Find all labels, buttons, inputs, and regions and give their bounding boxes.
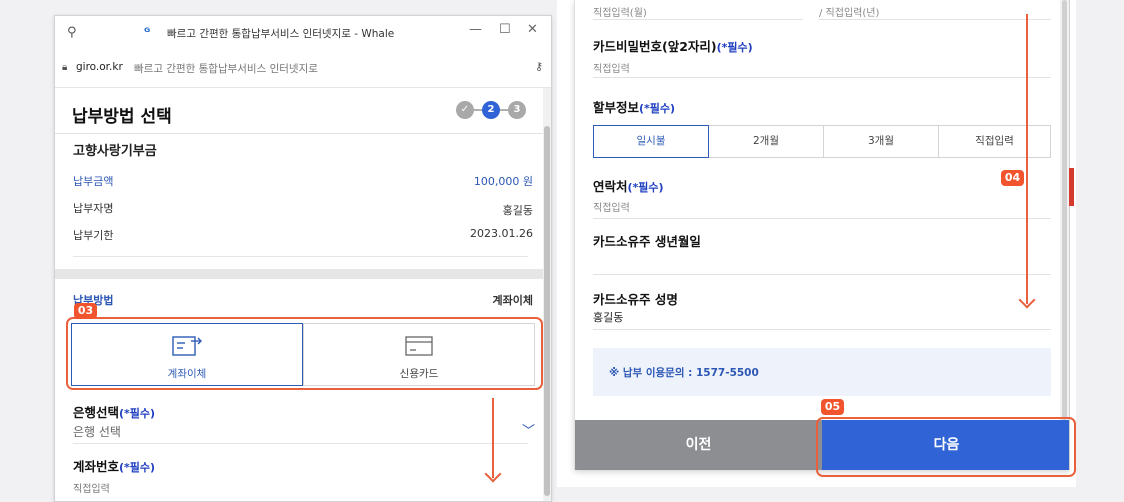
url-text: giro.or.kr — [76, 61, 123, 73]
bank-select[interactable]: 은행 선택 — [73, 423, 121, 440]
step-1-done-icon: ✓ — [456, 101, 474, 119]
minimize-button[interactable]: — — [469, 22, 482, 37]
close-button[interactable]: ✕ — [527, 22, 538, 37]
card-password-input[interactable]: 직접입력 — [593, 60, 630, 75]
divider — [73, 443, 528, 444]
divider — [593, 218, 1051, 219]
window-title: 빠르고 간편한 통합납부서비스 인터넷지로 - Whale — [167, 28, 395, 40]
expiry-month-input[interactable]: 직접입력(월) — [593, 4, 647, 19]
divider — [593, 19, 803, 20]
background-edge-mark — [1069, 168, 1074, 206]
deadline-label: 납부기한 — [73, 229, 114, 242]
required-mark: (*필수) — [119, 407, 156, 420]
annotation-tag-03: 03 — [74, 303, 97, 319]
scrollbar-thumb[interactable] — [1062, 0, 1067, 420]
required-mark: (*필수) — [119, 461, 156, 474]
left-browser-window: ⚲ ᴳ 빠르고 간편한 통합납부서비스 인터넷지로 - Whale — ☐ ✕ … — [54, 15, 552, 502]
account-number-label: 계좌번호(*필수) — [73, 456, 155, 475]
bank-select-label: 은행선택(*필수) — [73, 402, 155, 421]
whale-logo-icon: ᴳ — [144, 25, 151, 39]
divider — [593, 329, 1051, 330]
installment-text: 할부정보 — [593, 100, 640, 115]
step-2-current: 2 — [482, 101, 500, 119]
deadline-value: 2023.01.26 — [470, 227, 533, 240]
contact-label: 연락처(*필수) — [593, 176, 664, 195]
product-name: 고향사랑기부금 — [73, 144, 157, 159]
bank-label-text: 은행선택 — [73, 405, 120, 420]
amount-label: 납부금액 — [73, 175, 114, 188]
card-password-label: 카드비밀번호(앞2자리)(*필수) — [593, 36, 753, 55]
highlight-box-05 — [816, 417, 1076, 477]
owner-birth-input[interactable] — [593, 274, 1051, 275]
installment-2-months-tab[interactable]: 2개월 — [708, 125, 824, 158]
inquiry-text: ※ 납부 이용문의 : 1577-5500 — [609, 367, 759, 379]
contact-input[interactable]: 직접입력 — [593, 199, 630, 214]
section-band — [55, 269, 545, 279]
step-3: 3 — [508, 101, 526, 119]
background-edge-mark — [1069, 113, 1074, 153]
prev-button[interactable]: 이전 — [575, 420, 822, 470]
payer-value: 홍길동 — [502, 204, 533, 217]
expiry-year-input[interactable]: / 직접입력(년) — [819, 4, 879, 19]
chevron-down-icon[interactable]: ﹀ — [522, 420, 535, 439]
required-mark: (*필수) — [627, 181, 664, 194]
required-mark: (*필수) — [639, 102, 676, 115]
account-number-input[interactable]: 직접입력 — [73, 480, 110, 495]
installment-custom-tab[interactable]: 직접입력 — [938, 125, 1051, 158]
highlight-box-03 — [66, 317, 543, 390]
maximize-button[interactable]: ☐ — [499, 22, 511, 37]
inquiry-box: ※ 납부 이용문의 : 1577-5500 — [593, 348, 1051, 396]
page-title: 납부방법 선택 — [72, 107, 172, 127]
url-page-title: 빠르고 간편한 통합납부서비스 인터넷지로 — [134, 63, 318, 75]
owner-name-label: 카드소유주 성명 — [593, 292, 678, 307]
annotation-tag-05: 05 — [821, 399, 844, 415]
method-value: 계좌이체 — [492, 294, 533, 307]
amount-value: 100,000 원 — [473, 175, 533, 188]
divider — [73, 256, 528, 257]
arrow-shaft — [1026, 14, 1028, 304]
divider — [593, 77, 1051, 78]
annotation-tag-04: 04 — [1001, 170, 1024, 186]
background-strip — [1070, 0, 1076, 487]
lock-icon: 🔒︎ — [62, 62, 68, 73]
title-bar: ⚲ ᴳ 빠르고 간편한 통합납부서비스 인터넷지로 - Whale — ☐ ✕ — [55, 16, 551, 50]
card-password-text: 카드비밀번호(앞2자리) — [593, 39, 717, 54]
installment-label: 할부정보(*필수) — [593, 97, 675, 116]
required-mark: (*필수) — [716, 41, 753, 54]
scrollbar-thumb[interactable] — [544, 126, 550, 496]
key-icon[interactable]: ⚷ — [535, 60, 543, 73]
installment-3-months-tab[interactable]: 3개월 — [823, 125, 939, 158]
pin-icon[interactable]: ⚲ — [67, 25, 77, 40]
account-label-text: 계좌번호 — [73, 459, 120, 474]
contact-text: 연락처 — [593, 179, 628, 194]
installment-lump-sum-tab[interactable]: 일시불 — [593, 125, 709, 158]
payer-label: 납부자명 — [73, 202, 114, 215]
address-bar[interactable]: 🔒︎ giro.or.kr 빠르고 간편한 통합납부서비스 인터넷지로 ⚷ — [55, 50, 551, 88]
owner-birth-label: 카드소유주 생년월일 — [593, 234, 701, 249]
divider — [819, 19, 1051, 20]
divider — [55, 133, 545, 134]
owner-name-value[interactable]: 홍길동 — [593, 309, 623, 325]
